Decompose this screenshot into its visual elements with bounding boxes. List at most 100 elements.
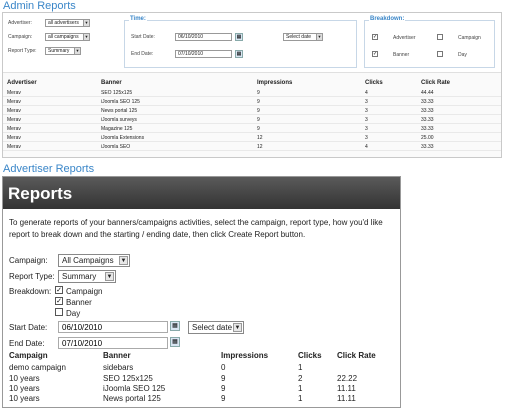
cell-advertiser: Merav (7, 99, 21, 105)
calendar-icon[interactable]: ▦ (235, 33, 243, 41)
cell-click-rate: 25.00 (421, 135, 434, 141)
advertiser-checkbox[interactable]: ✓ (372, 34, 378, 40)
start-date-input[interactable]: 06/10/2010 (58, 321, 168, 333)
start-date-label: Start Date: (131, 34, 155, 40)
cell-advertiser: Merav (7, 144, 21, 150)
cell-click-rate: 33.33 (421, 99, 434, 105)
column-header: Click Rate (337, 351, 376, 360)
cell-click-rate: 11.11 (337, 394, 356, 403)
banner-checkbox[interactable]: ✓ (55, 297, 63, 305)
breakdown-option-label: Campaign (66, 287, 103, 296)
chevron-down-icon: ▼ (105, 272, 114, 281)
cell-campaign: 10 years (9, 374, 40, 383)
admin-reports-panel: Advertiser: all advertisers ▼ Campaign: a… (2, 12, 502, 158)
column-header: Clicks (365, 80, 383, 86)
day-checkbox[interactable] (55, 308, 63, 316)
cell-banner: iJoomla SEO 125 (101, 99, 140, 105)
cell-banner: sidebars (103, 363, 134, 372)
breakdown-fieldset: Breakdown: ✓ Advertiser Campaign ✓ Banne… (364, 16, 495, 68)
time-fieldset: Time: Start Date: 06/10/2010 ▦ End Date:… (124, 16, 357, 68)
cell-impressions: 9 (257, 90, 260, 96)
column-header: Impressions (221, 351, 269, 360)
cell-impressions: 0 (221, 363, 226, 372)
cell-impressions: 9 (221, 374, 226, 383)
cell-impressions: 12 (257, 144, 263, 150)
breakdown-option-label: Banner (66, 298, 92, 307)
cell-impressions: 9 (221, 394, 226, 403)
select-date-dropdown[interactable]: Select date ▼ (188, 321, 244, 334)
cell-clicks: 4 (365, 144, 368, 150)
cell-clicks: 1 (298, 363, 303, 372)
end-date-input[interactable]: 07/10/2010 (175, 50, 232, 58)
campaign-select[interactable]: All Campaigns ▼ (58, 254, 130, 267)
cell-impressions: 12 (257, 135, 263, 141)
select-date-dropdown[interactable]: Select date ▼ (283, 33, 323, 41)
column-header: Banner (103, 351, 131, 360)
banner-checkbox[interactable]: ✓ (372, 51, 378, 57)
cell-click-rate: 33.33 (421, 108, 434, 114)
report-type-select[interactable]: Summary ▼ (58, 270, 116, 283)
cell-clicks: 1 (298, 394, 303, 403)
cell-banner: News portal 125 (101, 108, 138, 114)
calendar-icon[interactable]: ▦ (170, 337, 180, 347)
cell-clicks: 3 (365, 135, 368, 141)
cell-impressions: 9 (257, 108, 260, 114)
table-row: Merav SEO 125x125 9 4 44.44 (3, 89, 501, 97)
end-date-input[interactable]: 07/10/2010 (58, 337, 168, 349)
chevron-down-icon: ▼ (74, 48, 80, 54)
cell-clicks: 3 (365, 126, 368, 132)
report-type-select[interactable]: Summary ▼ (45, 47, 81, 55)
cell-click-rate: 11.11 (337, 384, 356, 393)
chevron-down-icon: ▼ (83, 20, 89, 26)
chevron-down-icon: ▼ (316, 34, 322, 40)
cell-impressions: 9 (257, 126, 260, 132)
breakdown-option-label: Campaign (458, 35, 481, 41)
campaign-checkbox[interactable]: ✓ (55, 286, 63, 294)
campaign-select[interactable]: all campaigns ▼ (45, 33, 90, 41)
table-row: Merav iJoomla Extensions 12 3 25.00 (3, 134, 501, 142)
cell-banner: iJoomla SEO (101, 144, 131, 150)
advertiser-select[interactable]: all advertisers ▼ (45, 19, 90, 27)
time-legend: Time: (129, 16, 147, 22)
reports-heading: Reports (3, 177, 400, 209)
cell-impressions: 9 (257, 117, 260, 123)
campaign-label: Campaign: (9, 256, 48, 265)
cell-campaign: 10 years (9, 394, 40, 403)
cell-click-rate: 33.33 (421, 117, 434, 123)
column-header: Click Rate (421, 80, 451, 86)
breakdown-option-label: Advertiser (393, 35, 416, 41)
cell-banner: iJoomla Extensions (101, 135, 145, 141)
cell-campaign: demo campaign (9, 363, 66, 372)
column-header: Impressions (257, 80, 293, 86)
cell-click-rate: 33.33 (421, 126, 434, 132)
start-date-input[interactable]: 06/10/2010 (175, 33, 232, 41)
filters-area: Advertiser: all advertisers ▼ Campaign: a… (3, 13, 501, 73)
campaign-checkbox[interactable] (437, 34, 443, 40)
cell-advertiser: Merav (7, 108, 21, 114)
calendar-icon[interactable]: ▦ (235, 50, 243, 58)
breakdown-option-label: Banner (393, 52, 410, 58)
advertiser-reports-panel: Reports To generate reports of your bann… (2, 176, 401, 408)
cell-clicks: 4 (365, 90, 368, 96)
cell-click-rate: 44.44 (421, 90, 434, 96)
breakdown-option-label: Day (458, 52, 467, 58)
cell-impressions: 9 (221, 384, 226, 393)
breakdown-option-label: Day (66, 309, 81, 318)
chevron-down-icon: ▼ (119, 256, 128, 265)
table-row: Merav iJoomla SEO 12 4 33.33 (3, 143, 501, 151)
cell-clicks: 3 (365, 108, 368, 114)
chevron-down-icon: ▼ (83, 34, 89, 40)
calendar-icon[interactable]: ▦ (170, 321, 180, 331)
cell-advertiser: Merav (7, 135, 21, 141)
chevron-down-icon: ▼ (233, 323, 242, 332)
cell-clicks: 3 (365, 117, 368, 123)
cell-impressions: 9 (257, 99, 260, 105)
admin-reports-title: Admin Reports (3, 0, 76, 12)
day-checkbox[interactable] (437, 51, 443, 57)
cell-clicks: 1 (298, 384, 303, 393)
cell-clicks: 3 (365, 99, 368, 105)
cell-banner: News portal 125 (103, 394, 161, 403)
campaign-label: Campaign: (8, 34, 33, 40)
report-type-label: Report Type: (9, 272, 55, 281)
end-date-label: End Date: (9, 339, 45, 348)
